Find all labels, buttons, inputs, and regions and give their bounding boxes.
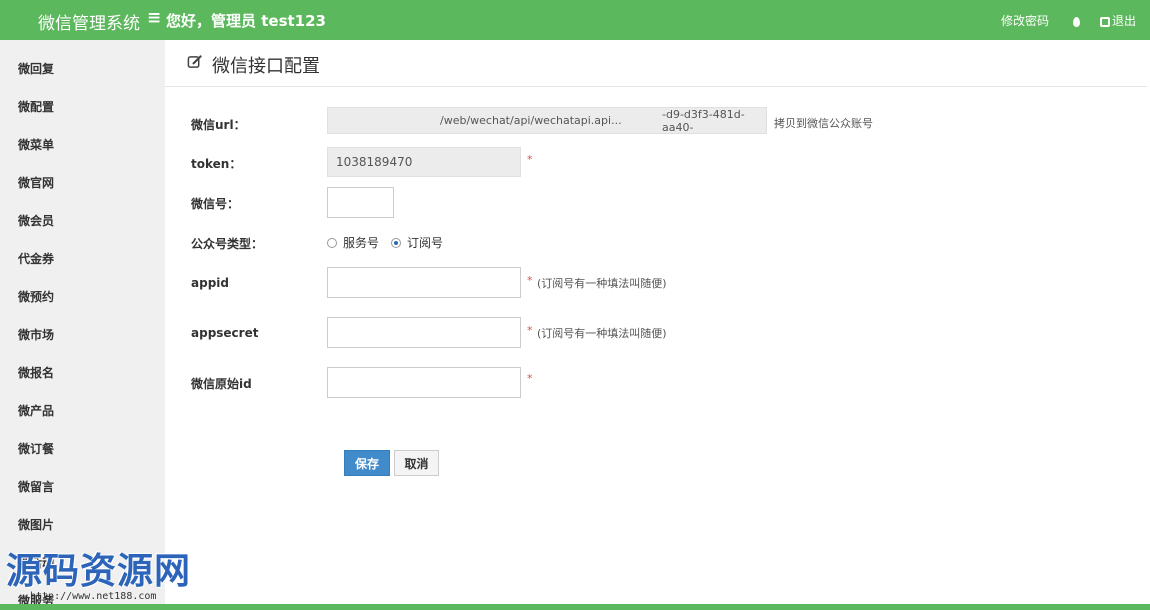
app-brand[interactable]: 微信管理系统 [38, 9, 140, 34]
token-required-mark: * [527, 153, 533, 166]
token-value: 1038189470 [336, 155, 413, 169]
original-id-input[interactable] [327, 367, 521, 398]
appid-label: appid [191, 276, 229, 290]
appid-required-mark: * [527, 274, 533, 287]
sidebar-item-signup[interactable]: 微报名 [18, 364, 54, 381]
watermark-logo: 源码资源网 [6, 551, 192, 592]
token-field[interactable]: 1038189470 [327, 147, 521, 177]
sidebar-item-website[interactable]: 微官网 [18, 174, 54, 191]
sidebar-item-ordering[interactable]: 微订餐 [18, 440, 54, 457]
appsecret-input[interactable] [327, 317, 521, 348]
sidebar-item-menu[interactable]: 微菜单 [18, 136, 54, 153]
sidebar-item-picture[interactable]: 微图片 [18, 516, 54, 533]
watermark-url: http://www.net188.com [30, 591, 157, 602]
url-value-start: /web/wechat/api/wechatapi.api... [440, 114, 622, 127]
page-header: 微信接口配置 [165, 40, 1147, 87]
url-hint: 拷贝到微信公众账号 [774, 117, 873, 130]
appid-input[interactable] [327, 267, 521, 298]
appid-hint: (订阅号有一种填法叫随便) [537, 277, 667, 290]
appsecret-label: appsecret [191, 326, 259, 340]
original-id-required-mark: * [527, 372, 533, 385]
url-field[interactable]: /web/wechat/api/wechatapi.api... -d9-d3f… [327, 107, 767, 134]
sidebar-item-config[interactable]: 微配置 [18, 98, 54, 115]
appsecret-required-mark: * [527, 324, 533, 337]
sidebar-item-product[interactable]: 微产品 [18, 402, 54, 419]
bottom-bar [0, 604, 1150, 610]
sidebar-item-reply[interactable]: 微回复 [18, 60, 54, 77]
page-title: 微信接口配置 [212, 56, 320, 77]
theme-drop-icon[interactable] [1072, 16, 1080, 27]
logout-link[interactable]: 退出 [1112, 12, 1136, 29]
change-password-link[interactable]: 修改密码 [1001, 12, 1049, 29]
url-value-end: -d9-d3f3-481d-aa40- [662, 107, 745, 134]
radio-service-account[interactable] [327, 237, 337, 248]
sidebar-item-market[interactable]: 微市场 [18, 326, 54, 343]
user-greeting: 您好，管理员 test123 [166, 12, 326, 30]
sidebar-item-booking[interactable]: 微预约 [18, 288, 54, 305]
wechat-id-input[interactable] [327, 187, 394, 218]
token-label: token： [191, 157, 242, 171]
top-right-actions: 修改密码 退出 [1001, 12, 1136, 29]
top-navbar: 微信管理系统 ≡ 您好，管理员 test123 修改密码 退出 [0, 0, 1150, 40]
sidebar-item-coupon[interactable]: 代金券 [18, 250, 54, 267]
save-button[interactable]: 保存 [344, 450, 390, 476]
sidebar-item-member[interactable]: 微会员 [18, 212, 54, 229]
edit-icon [187, 55, 202, 68]
radio-subscription-label[interactable]: 订阅号 [407, 234, 443, 251]
url-label: 微信url： [191, 118, 246, 132]
account-type-label: 公众号类型： [191, 237, 264, 251]
main-content: 微信接口配置 微信url： /web/wechat/api/wechatapi.… [165, 40, 1150, 610]
sidebar: 微回复 微配置 微菜单 微官网 微会员 代金券 微预约 微市场 微报名 微产品 … [0, 40, 165, 610]
radio-subscription-account[interactable] [391, 237, 402, 248]
appsecret-hint: (订阅号有一种填法叫随便) [537, 327, 667, 340]
cancel-button[interactable]: 取消 [394, 450, 439, 476]
radio-service-label[interactable]: 服务号 [343, 234, 379, 251]
original-id-label: 微信原始id [191, 377, 252, 391]
sidebar-item-message[interactable]: 微留言 [18, 478, 54, 495]
wechat-id-label: 微信号： [191, 197, 240, 211]
menu-toggle-icon[interactable]: ≡ [147, 8, 161, 28]
logout-icon[interactable] [1099, 16, 1110, 27]
account-type-group: 服务号 订阅号 [327, 234, 455, 251]
